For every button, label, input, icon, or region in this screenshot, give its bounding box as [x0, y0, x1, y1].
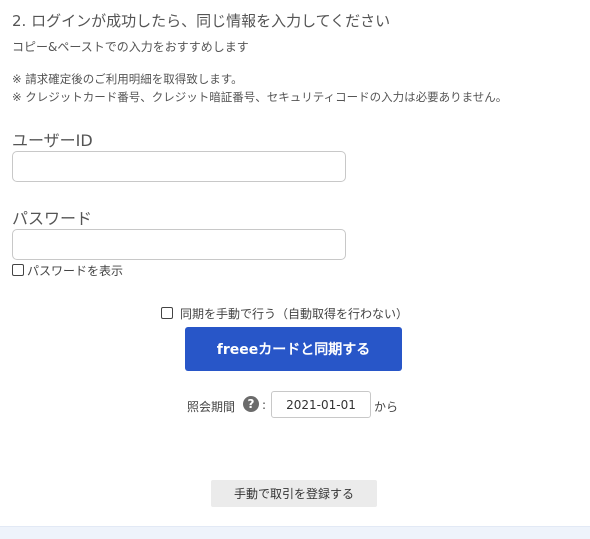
note-statement: ※ 請求確定後のご利用明細を取得致します。: [12, 72, 243, 86]
password-input[interactable]: [12, 229, 346, 260]
sync-freee-card-button[interactable]: freeeカードと同期する: [185, 327, 402, 371]
period-suffix: から: [374, 400, 399, 414]
manual-sync-label[interactable]: 同期を手動で行う（自動取得を行わない）: [180, 305, 408, 322]
show-password-checkbox[interactable]: [12, 264, 24, 276]
user-id-label: ユーザーID: [12, 131, 93, 150]
question-circle-icon[interactable]: ?: [243, 396, 259, 412]
period-label: 照会期間: [187, 400, 236, 414]
start-date-input[interactable]: [271, 391, 371, 418]
note-card-number: ※ クレジットカード番号、クレジット暗証番号、セキュリティコードの入力は必要あり…: [12, 90, 508, 104]
period-colon: :: [262, 398, 267, 412]
step-title: 2. ログインが成功したら、同じ情報を入力してください: [12, 12, 391, 30]
manual-entry-button[interactable]: 手動で取引を登録する: [211, 480, 377, 507]
step-subtitle: コピー&ペーストでの入力をおすすめします: [12, 40, 249, 54]
show-password-label[interactable]: パスワードを表示: [27, 262, 123, 279]
user-id-input[interactable]: [12, 151, 346, 182]
manual-sync-checkbox[interactable]: [161, 307, 173, 319]
password-label: パスワード: [12, 209, 93, 228]
footer-strip: [0, 526, 590, 539]
